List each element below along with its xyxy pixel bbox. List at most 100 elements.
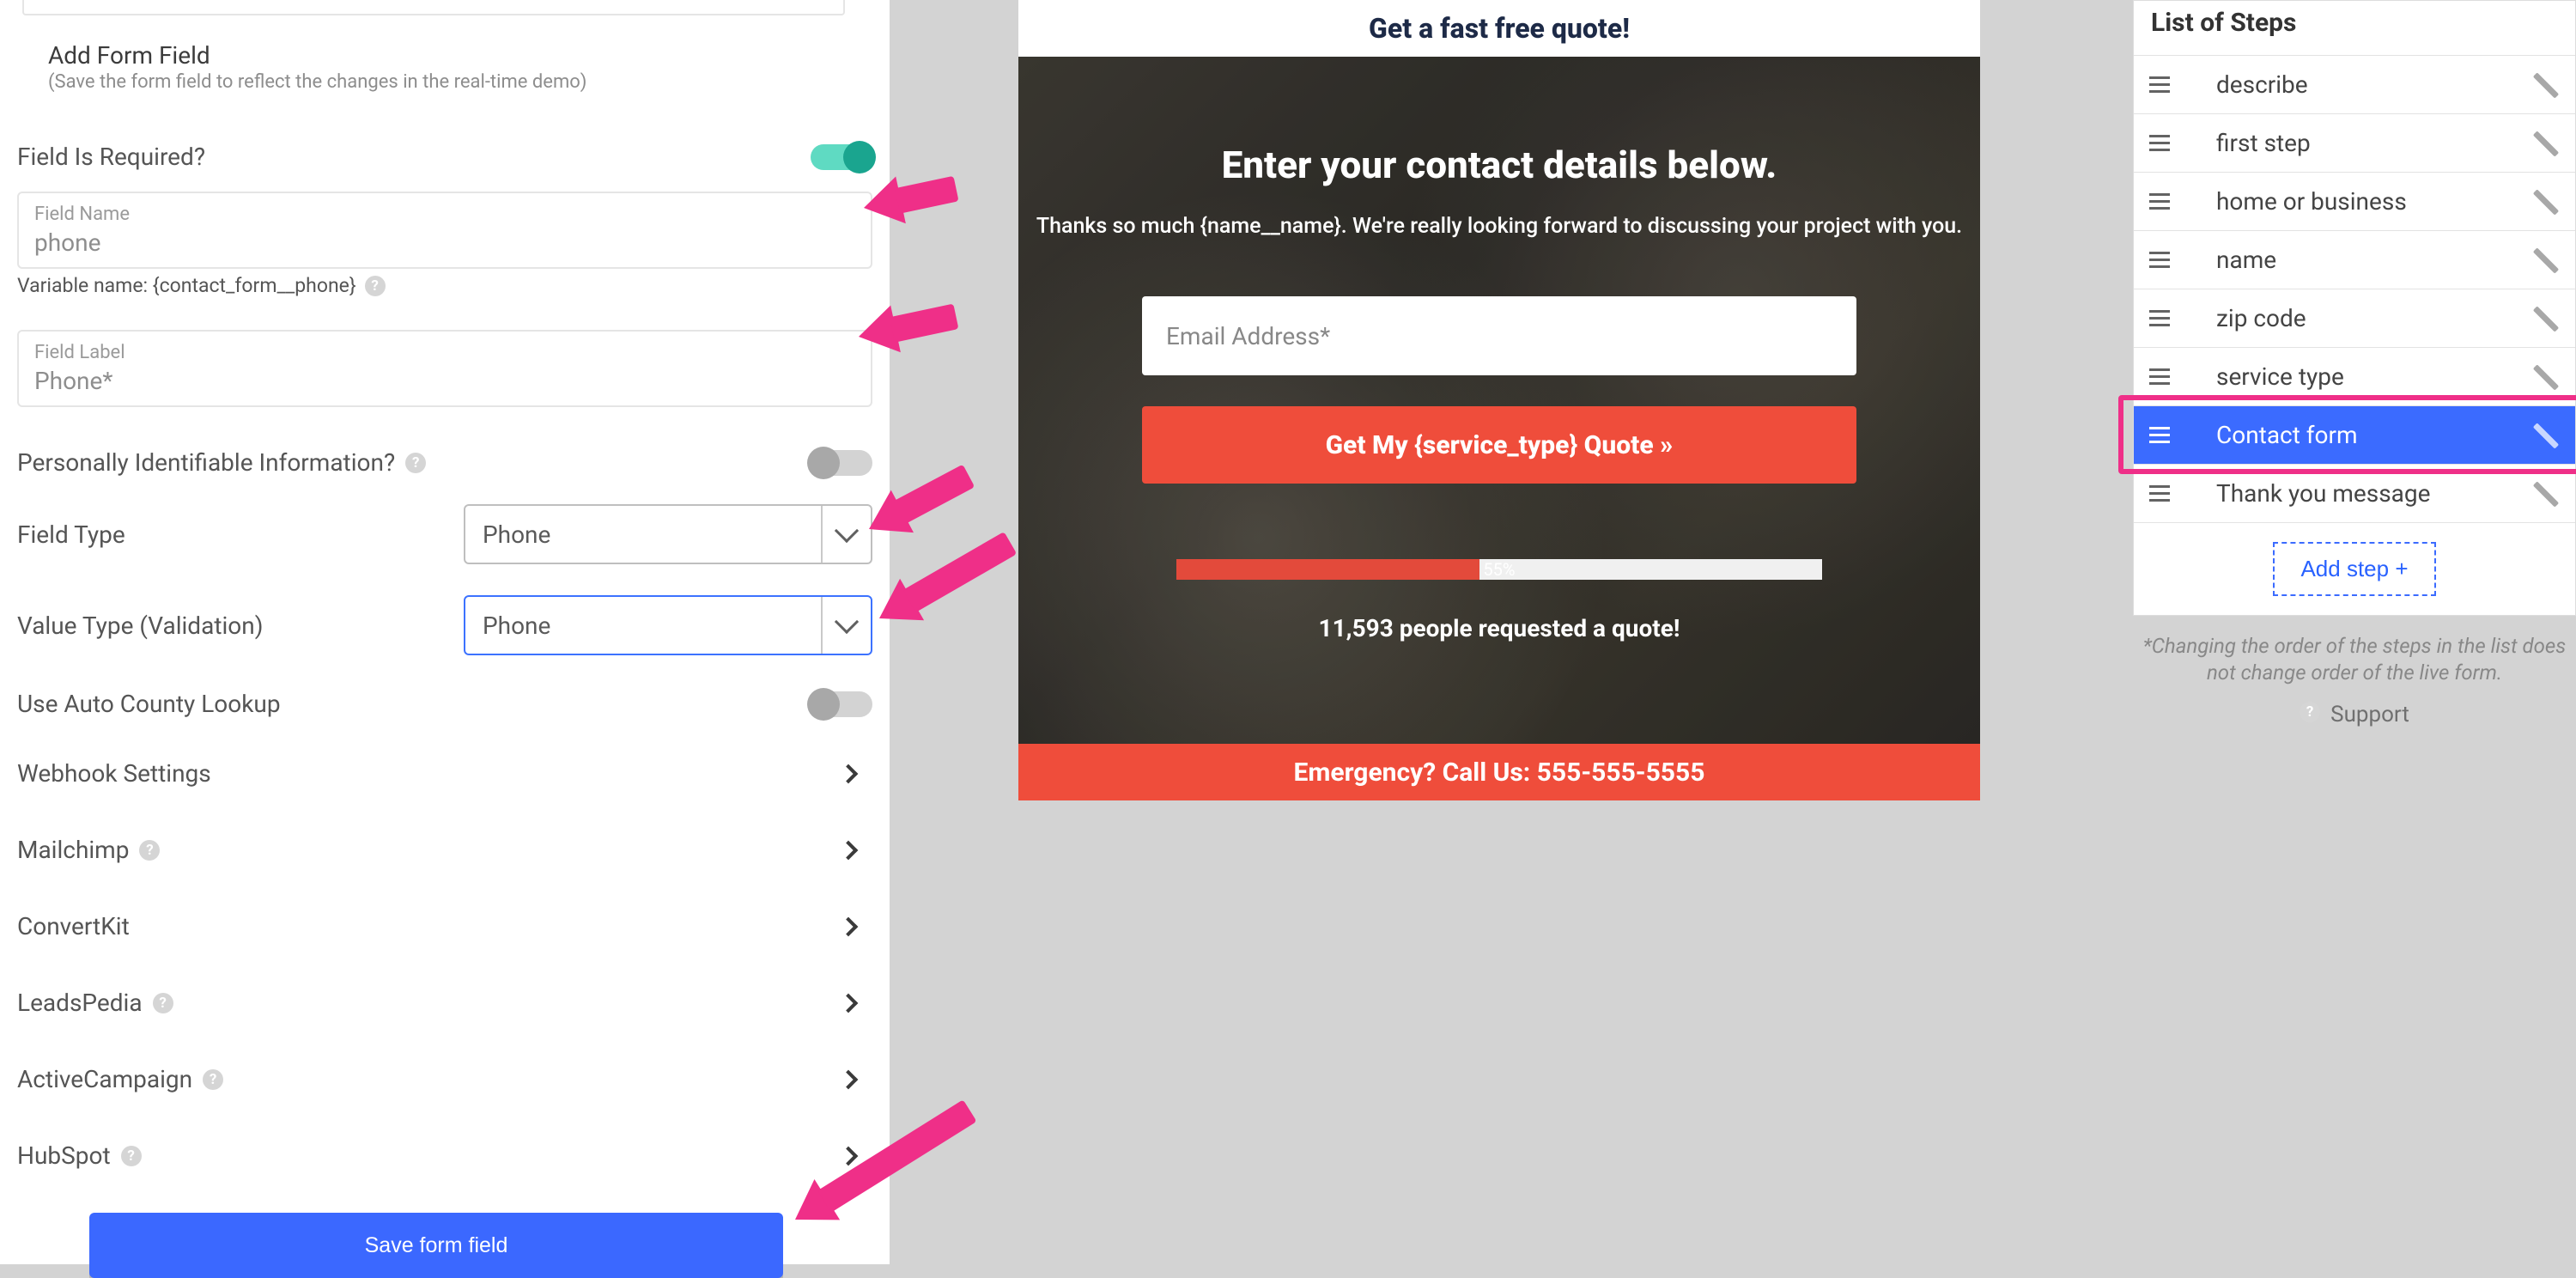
edit-icon[interactable] xyxy=(2532,306,2558,332)
settings-label: Mailchimp xyxy=(17,836,129,864)
field-type-value: Phone xyxy=(465,506,823,563)
help-icon[interactable]: ? xyxy=(203,1069,223,1090)
field-type-select[interactable]: Phone xyxy=(464,504,872,564)
settings-row-convertkit[interactable]: ConvertKit xyxy=(17,912,872,940)
preview-progress-fill xyxy=(1176,559,1479,580)
preview-email-input[interactable]: Email Address* xyxy=(1142,296,1856,375)
step-row-name[interactable]: name xyxy=(2134,230,2575,289)
settings-label: LeadsPedia xyxy=(17,989,143,1017)
step-row-thank-you-message[interactable]: Thank you message xyxy=(2134,464,2575,522)
chevron-right-icon xyxy=(839,916,859,936)
step-label: home or business xyxy=(2216,187,2407,216)
preview-hero: Enter your contact details below. Thanks… xyxy=(1018,57,1980,744)
step-label: describe xyxy=(2216,70,2308,99)
edit-icon[interactable] xyxy=(2532,189,2558,215)
field-name-label: Field Name xyxy=(34,204,855,225)
field-label-caption: Field Label xyxy=(34,342,855,363)
drag-handle-icon[interactable] xyxy=(2149,193,2173,210)
help-icon[interactable]: ? xyxy=(121,1146,142,1166)
field-required-toggle[interactable] xyxy=(811,144,872,170)
value-type-select[interactable]: Phone xyxy=(464,595,872,655)
help-icon: ? xyxy=(2300,702,2320,722)
edit-icon[interactable] xyxy=(2532,247,2558,273)
preview-cta-text: Get My {service_type} Quote » xyxy=(1326,430,1674,460)
step-row-first-step[interactable]: first step xyxy=(2134,113,2575,172)
drag-handle-icon[interactable] xyxy=(2149,368,2173,385)
preview-progress-bar: 55% xyxy=(1176,559,1822,580)
drag-handle-icon[interactable] xyxy=(2149,427,2173,443)
settings-row-leadspedia[interactable]: LeadsPedia? xyxy=(17,989,872,1017)
settings-label: Webhook Settings xyxy=(17,759,211,788)
settings-row-webhook-settings[interactable]: Webhook Settings xyxy=(17,759,872,788)
help-icon[interactable]: ? xyxy=(153,993,173,1013)
step-row-describe[interactable]: describe xyxy=(2134,55,2575,113)
step-label: zip code xyxy=(2216,304,2306,332)
edit-icon[interactable] xyxy=(2532,364,2558,390)
step-row-home-or-business[interactable]: home or business xyxy=(2134,172,2575,230)
drag-handle-icon[interactable] xyxy=(2149,76,2173,93)
value-type-value: Phone xyxy=(465,597,823,654)
step-label: service type xyxy=(2216,362,2344,391)
preview-subline: Thanks so much {name__name}. We're reall… xyxy=(1018,211,1980,241)
auto-county-label: Use Auto County Lookup xyxy=(17,690,281,718)
pii-label: Personally Identifiable Information? xyxy=(17,448,395,477)
edit-icon[interactable] xyxy=(2532,423,2558,448)
settings-label: HubSpot xyxy=(17,1141,111,1170)
preview-email-placeholder: Email Address* xyxy=(1166,322,1330,350)
chevron-right-icon xyxy=(839,993,859,1013)
preview-progress-pct: 55% xyxy=(1483,559,1515,580)
chevron-right-icon xyxy=(839,764,859,783)
steps-title: List of Steps xyxy=(2134,1,2575,55)
preview-cta-button[interactable]: Get My {service_type} Quote » xyxy=(1142,406,1856,484)
form-field-editor-panel: Add Form Field (Save the form field to r… xyxy=(0,0,890,1264)
step-label: first step xyxy=(2216,129,2311,157)
settings-row-hubspot[interactable]: HubSpot? xyxy=(17,1141,872,1170)
edit-icon[interactable] xyxy=(2532,131,2558,156)
drag-handle-icon[interactable] xyxy=(2149,135,2173,151)
help-icon[interactable]: ? xyxy=(365,276,386,296)
add-step-button[interactable]: Add step + xyxy=(2273,542,2435,596)
edit-icon[interactable] xyxy=(2532,72,2558,98)
preview-top-text: Get a fast free quote! xyxy=(1369,12,1630,45)
drag-handle-icon[interactable] xyxy=(2149,485,2173,502)
help-icon[interactable]: ? xyxy=(139,840,160,861)
edit-icon[interactable] xyxy=(2532,481,2558,507)
field-name-input[interactable]: Field Name phone xyxy=(17,192,872,269)
step-row-contact-form[interactable]: Contact form xyxy=(2134,405,2575,464)
preview-heading: Enter your contact details below. xyxy=(1018,143,1980,187)
preview-top-bar: Get a fast free quote! xyxy=(1018,0,1980,57)
field-required-label: Field Is Required? xyxy=(17,143,205,171)
preview-emergency-text: Emergency? Call Us: 555-555-5555 xyxy=(1294,758,1705,788)
drag-handle-icon[interactable] xyxy=(2149,252,2173,268)
section-title: Add Form Field xyxy=(48,41,872,70)
preview-emergency-bar: Emergency? Call Us: 555-555-5555 xyxy=(1018,744,1980,800)
step-label: name xyxy=(2216,246,2276,274)
step-label: Contact form xyxy=(2216,421,2358,449)
value-type-label: Value Type (Validation) xyxy=(17,612,263,640)
chevron-right-icon xyxy=(839,1069,859,1089)
preview-social-proof: 11,593 people requested a quote! xyxy=(1018,614,1980,642)
chevron-right-icon xyxy=(839,1146,859,1165)
help-icon[interactable]: ? xyxy=(405,453,426,473)
section-subtitle: (Save the form field to reflect the chan… xyxy=(48,71,872,93)
settings-row-mailchimp[interactable]: Mailchimp? xyxy=(17,836,872,864)
chevron-down-icon xyxy=(823,620,871,630)
live-preview: Get a fast free quote! Enter your contac… xyxy=(1018,0,1980,800)
step-row-zip-code[interactable]: zip code xyxy=(2134,289,2575,347)
save-form-field-button[interactable]: Save form field xyxy=(89,1213,783,1278)
variable-name-text: Variable name: {contact_form__phone} xyxy=(17,274,356,297)
steps-note: *Changing the order of the steps in the … xyxy=(2133,633,2576,686)
step-row-service-type[interactable]: service type xyxy=(2134,347,2575,405)
field-type-label: Field Type xyxy=(17,520,125,549)
drag-handle-icon[interactable] xyxy=(2149,310,2173,326)
field-name-value: phone xyxy=(34,228,855,257)
step-label: Thank you message xyxy=(2216,479,2430,508)
steps-panel: List of Steps describe first step home or … xyxy=(2133,0,2576,727)
settings-label: ConvertKit xyxy=(17,912,130,940)
settings-row-activecampaign[interactable]: ActiveCampaign? xyxy=(17,1065,872,1093)
chevron-down-icon xyxy=(823,529,871,539)
auto-county-toggle[interactable] xyxy=(811,691,872,717)
support-link[interactable]: Support xyxy=(2330,702,2409,727)
field-label-input[interactable]: Field Label Phone* xyxy=(17,330,872,407)
pii-toggle[interactable] xyxy=(811,450,872,476)
